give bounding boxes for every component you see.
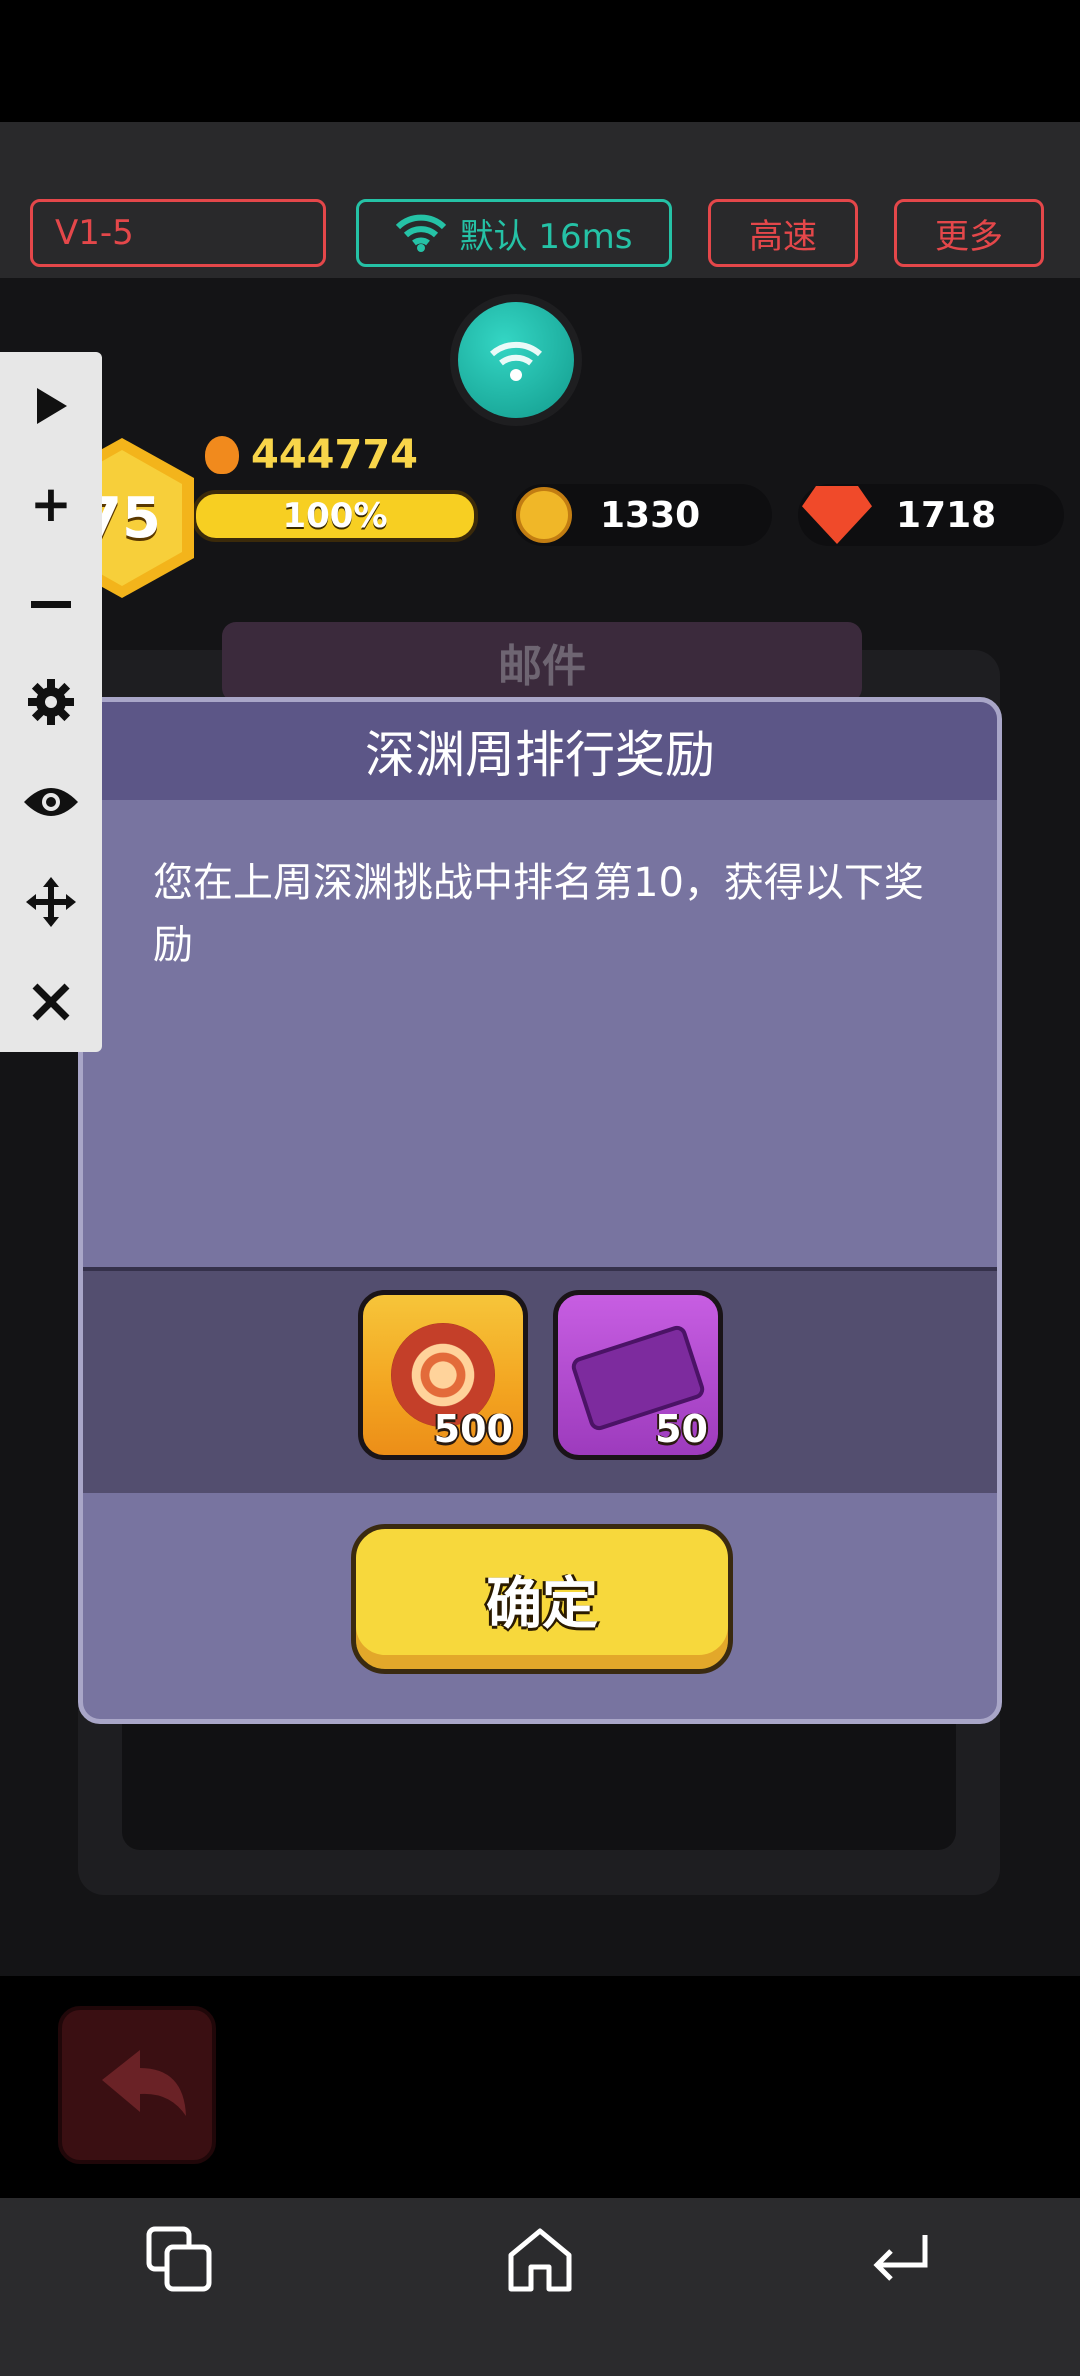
move-button[interactable] [0, 862, 102, 942]
home-button[interactable] [500, 2220, 580, 2300]
zoom-in-button[interactable]: + [0, 464, 102, 544]
dialog-message: 您在上周深渊挑战中排名第10，获得以下奖励 [153, 860, 924, 968]
visibility-button[interactable] [0, 762, 102, 842]
coin-counter[interactable]: 1330 [512, 484, 772, 546]
network-label: 默认 16ms [459, 216, 633, 257]
version-button[interactable]: V1-5 [30, 199, 326, 267]
close-button[interactable] [0, 962, 102, 1042]
home-icon [508, 2228, 572, 2292]
gear-icon [28, 679, 74, 725]
move-icon [26, 877, 76, 927]
floating-tool-panel: + [0, 352, 102, 1052]
more-label: 更多 [935, 216, 1003, 257]
confirm-label: 确定 [486, 1571, 598, 1637]
status-bar [0, 0, 1080, 122]
xp-bar: 100% [192, 490, 478, 542]
speed-label: 高速 [749, 216, 817, 257]
gem-counter[interactable]: 1718 [798, 484, 1064, 546]
zoom-out-button[interactable] [0, 564, 102, 644]
floating-wifi-button[interactable] [458, 302, 574, 418]
xp-percent: 100% [282, 496, 388, 536]
play-button[interactable] [0, 366, 102, 446]
game-back-button[interactable] [58, 2006, 216, 2164]
eye-icon [24, 788, 78, 816]
minus-icon [31, 600, 71, 608]
reward-dialog: 深渊周排行奖励 您在上周深渊挑战中排名第10，获得以下奖励 500 50 确定 [78, 697, 1002, 1724]
reward-strip [83, 1267, 997, 1493]
power-value: 444774 [251, 432, 418, 478]
gem-value: 1718 [896, 494, 997, 536]
close-icon [32, 983, 70, 1021]
speed-button[interactable]: 高速 [708, 199, 858, 267]
power-display: 444774 [205, 430, 418, 480]
reward-item-ticket[interactable]: 50 [553, 1290, 723, 1460]
return-arrow-icon [102, 2050, 186, 2116]
play-icon [37, 388, 67, 424]
back-button[interactable] [860, 2220, 940, 2300]
settings-button[interactable] [0, 662, 102, 742]
dialog-title: 深渊周排行奖励 [83, 702, 997, 800]
recents-icon [146, 2226, 212, 2292]
confirm-button[interactable]: 确定 [351, 1524, 733, 1674]
flame-icon [205, 436, 239, 474]
version-label: V1-5 [55, 213, 134, 253]
gem-icon [802, 486, 872, 544]
recents-button[interactable] [140, 2220, 220, 2300]
reward-qty: 500 [433, 1407, 513, 1451]
mail-title: 邮件 [498, 641, 586, 692]
mail-header: 邮件 [222, 622, 862, 702]
reward-item-orb[interactable]: 500 [358, 1290, 528, 1460]
coin-icon [516, 487, 572, 543]
reward-qty: 50 [655, 1407, 708, 1451]
plus-icon: + [30, 475, 72, 533]
more-button[interactable]: 更多 [894, 199, 1044, 267]
wifi-icon [490, 341, 542, 381]
network-button[interactable]: 默认 16ms [356, 199, 672, 267]
back-icon [873, 2235, 928, 2281]
wifi-icon [395, 214, 446, 252]
coin-value: 1330 [600, 494, 701, 536]
